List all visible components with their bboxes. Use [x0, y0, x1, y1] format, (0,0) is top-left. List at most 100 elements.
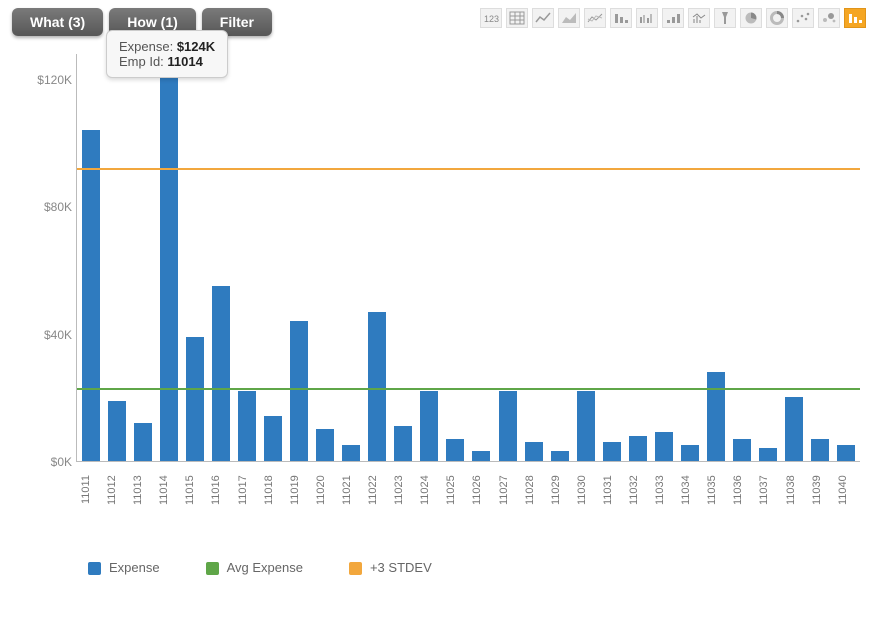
- multiline-icon[interactable]: [584, 8, 606, 28]
- bar-column[interactable]: [107, 54, 126, 461]
- x-tick-label: 11037: [758, 468, 777, 512]
- bar[interactable]: [134, 423, 152, 461]
- bar[interactable]: [446, 439, 464, 461]
- scatter-icon[interactable]: [792, 8, 814, 28]
- bar-column[interactable]: [185, 54, 204, 461]
- tooltip-expense-value: $124K: [177, 39, 215, 54]
- bar-column[interactable]: [759, 54, 778, 461]
- tooltip-empid-label: Emp Id:: [119, 54, 167, 69]
- bar[interactable]: [655, 432, 673, 461]
- x-tick-label: 11017: [237, 468, 256, 512]
- bar-column[interactable]: [81, 54, 100, 461]
- bar[interactable]: [681, 445, 699, 461]
- bubble-icon[interactable]: [818, 8, 840, 28]
- bar-column[interactable]: [498, 54, 517, 461]
- grid-icon[interactable]: [506, 8, 528, 28]
- bar-column[interactable]: [576, 54, 595, 461]
- flashlight-icon[interactable]: [714, 8, 736, 28]
- bar-column[interactable]: [733, 54, 752, 461]
- bar-column[interactable]: [290, 54, 309, 461]
- pie-icon[interactable]: [740, 8, 762, 28]
- bar[interactable]: [420, 391, 438, 461]
- highlight-icon[interactable]: [844, 8, 866, 28]
- area-icon[interactable]: [558, 8, 580, 28]
- bar[interactable]: [759, 448, 777, 461]
- bar[interactable]: [82, 130, 100, 461]
- y-axis: $0K$40K$80K$120K: [20, 54, 76, 462]
- tooltip-expense-label: Expense:: [119, 39, 177, 54]
- bar[interactable]: [238, 391, 256, 461]
- line-icon[interactable]: [532, 8, 554, 28]
- bar[interactable]: [316, 429, 334, 461]
- bar[interactable]: [499, 391, 517, 461]
- bar[interactable]: [551, 451, 569, 461]
- number-icon[interactable]: 123: [480, 8, 502, 28]
- bar[interactable]: [785, 397, 803, 461]
- bar-column[interactable]: [446, 54, 465, 461]
- spark-icon[interactable]: [688, 8, 710, 28]
- bar-column[interactable]: [368, 54, 387, 461]
- legend: Expense Avg Expense +3 STDEV: [88, 560, 866, 575]
- bar-column[interactable]: [316, 54, 335, 461]
- bar[interactable]: [837, 445, 855, 461]
- bar[interactable]: [108, 401, 126, 461]
- bar-column[interactable]: [342, 54, 361, 461]
- bar-column[interactable]: [237, 54, 256, 461]
- x-tick-label: 11030: [576, 468, 595, 512]
- x-tick-label: 11036: [732, 468, 751, 512]
- bar[interactable]: [368, 312, 386, 461]
- bar[interactable]: [629, 436, 647, 461]
- bar[interactable]: [733, 439, 751, 461]
- bar-column[interactable]: [472, 54, 491, 461]
- y-tick-label: $40K: [44, 328, 72, 342]
- bar-column[interactable]: [680, 54, 699, 461]
- svg-text:123: 123: [484, 14, 499, 24]
- bar[interactable]: [472, 451, 490, 461]
- bar-column[interactable]: [263, 54, 282, 461]
- bar-column[interactable]: [524, 54, 543, 461]
- top-toolbar: What (3) How (1) Filter Expense: $124K E…: [12, 8, 866, 36]
- bar-column[interactable]: [420, 54, 439, 461]
- bar-column[interactable]: [211, 54, 230, 461]
- y-tick-label: $120K: [37, 73, 72, 87]
- what-button[interactable]: What (3): [12, 8, 103, 36]
- x-tick-label: 11022: [367, 468, 386, 512]
- y-tick-label: $80K: [44, 200, 72, 214]
- plot-area: [76, 54, 860, 462]
- bar[interactable]: [342, 445, 360, 461]
- bar-column[interactable]: [550, 54, 569, 461]
- x-tick-label: 11019: [289, 468, 308, 512]
- bar-column[interactable]: [707, 54, 726, 461]
- legend-item-expense: Expense: [88, 560, 160, 575]
- bar-column[interactable]: [811, 54, 830, 461]
- bar[interactable]: [212, 286, 230, 461]
- bar[interactable]: [394, 426, 412, 461]
- bar-column[interactable]: [654, 54, 673, 461]
- x-tick-label: 11024: [419, 468, 438, 512]
- bar-asc-icon[interactable]: [662, 8, 684, 28]
- bar-column[interactable]: [159, 54, 178, 461]
- square-icon: [349, 562, 362, 575]
- bar-desc-icon[interactable]: [610, 8, 632, 28]
- bar[interactable]: [264, 416, 282, 461]
- bar[interactable]: [811, 439, 829, 461]
- bar-group-icon[interactable]: [636, 8, 658, 28]
- bar-column[interactable]: [394, 54, 413, 461]
- x-tick-label: 11038: [785, 468, 804, 512]
- donut-icon[interactable]: [766, 8, 788, 28]
- bar[interactable]: [186, 337, 204, 461]
- bar[interactable]: [603, 442, 621, 461]
- x-tick-label: 11027: [498, 468, 517, 512]
- bar[interactable]: [525, 442, 543, 461]
- bar[interactable]: [707, 372, 725, 461]
- x-tick-label: 11020: [315, 468, 334, 512]
- bar-column[interactable]: [133, 54, 152, 461]
- bar-column[interactable]: [602, 54, 621, 461]
- bar[interactable]: [577, 391, 595, 461]
- x-axis-labels: 1101111012110131101411015110161101711018…: [80, 468, 856, 512]
- bar[interactable]: [160, 67, 178, 461]
- bar[interactable]: [290, 321, 308, 461]
- bar-column[interactable]: [628, 54, 647, 461]
- bar-column[interactable]: [785, 54, 804, 461]
- bar-column[interactable]: [837, 54, 856, 461]
